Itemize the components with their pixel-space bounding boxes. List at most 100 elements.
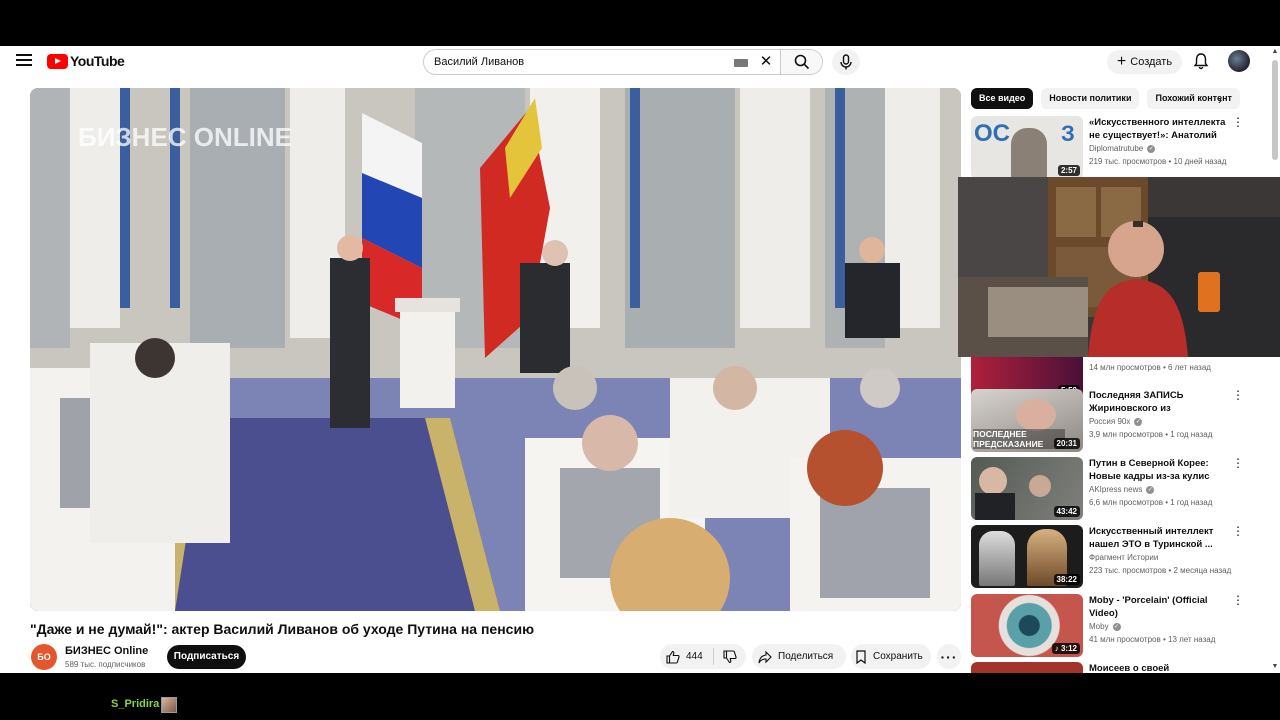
search-icon [794, 54, 809, 70]
streamer-name: S_Pridira [111, 698, 160, 710]
like-button[interactable]: 444 [660, 648, 714, 665]
duration-label: 3:12 [1060, 644, 1077, 653]
notifications-bell-icon[interactable] [1192, 52, 1210, 70]
recommendation-meta: 6,6 млн просмотров • 1 год назад [1089, 498, 1213, 507]
recommendation-item[interactable]: ПОСЛЕДНЕЕ ПРЕДСКАЗАНИЕ 20:31 Последняя З… [971, 389, 1244, 453]
streamer-avatar-icon [161, 697, 177, 713]
recommendation-item[interactable]: ОС З 2:57 «Искусственного интеллекта не … [971, 116, 1244, 180]
save-label: Сохранить [873, 651, 923, 662]
recommendation-title[interactable]: Moby - 'Porcelain' (Official Video) [1089, 594, 1227, 620]
subscriber-count: 589 тыс. подписчиков [65, 660, 146, 669]
recommendation-channel[interactable]: Moby ✓ [1089, 622, 1121, 631]
recommendation-meta: 219 тыс. просмотров • 10 дней назад [1089, 157, 1227, 166]
youtube-watch-page: YouTube Василий Ливанов ✕ + Создать БИЗН… [0, 46, 1270, 673]
recommendation-title[interactable]: Моисеев о своей [1089, 662, 1227, 673]
scroll-down-icon[interactable]: ▼ [1271, 663, 1279, 671]
recommendation-title[interactable]: Искусственный интеллект нашел ЭТО в Тури… [1089, 525, 1227, 551]
recommendation-item[interactable]: 43:42 Путин в Северной Корее: Новые кадр… [971, 457, 1244, 521]
top-letterbox [0, 0, 1280, 46]
recommendation-meta: 3,9 млн просмотров • 1 год назад [1089, 430, 1213, 439]
video-thumbnail[interactable]: ПОСЛЕДНЕЕ ПРЕДСКАЗАНИЕ 20:31 [971, 389, 1083, 452]
verified-icon: ✓ [1146, 485, 1155, 494]
verified-icon: ✓ [1147, 144, 1156, 153]
recommendation-meta: 223 тыс. просмотров • 2 месяца назад [1089, 566, 1232, 575]
recommendation-item[interactable]: Моисеев о своей [971, 662, 1241, 673]
recommendation-meta: 14 млн просмотров • 6 лет назад [1089, 363, 1211, 372]
share-icon [758, 650, 772, 663]
channel-label: Россия 90х [1089, 417, 1131, 426]
scroll-up-icon[interactable]: ▲ [1271, 48, 1279, 56]
chevron-right-icon[interactable]: › [1213, 93, 1227, 107]
channel-label: AKIpress news [1089, 485, 1143, 494]
save-button[interactable]: Сохранить [851, 644, 931, 669]
dislike-button[interactable] [714, 649, 746, 664]
webcam-frame [958, 177, 1280, 357]
more-actions-button[interactable]: ··· [937, 644, 961, 669]
video-duration: ♪ 3:12 [1051, 643, 1080, 654]
youtube-logo[interactable]: YouTube [47, 53, 125, 69]
video-frame: БИЗНЕС ONLINE [30, 88, 961, 611]
thumbs-up-icon [666, 650, 680, 664]
chip-politics-news[interactable]: Новости политики [1041, 88, 1140, 109]
create-label: Создать [1130, 56, 1173, 68]
search-button[interactable] [780, 50, 822, 74]
thumbs-down-icon [723, 649, 737, 663]
search-box: Василий Ливанов ✕ [423, 49, 823, 75]
more-options-icon[interactable]: ⋮ [1232, 116, 1244, 128]
keyboard-icon[interactable] [734, 59, 748, 67]
channel-watermark: БИЗНЕС ONLINE [78, 122, 292, 152]
video-thumbnail[interactable]: 43:42 [971, 457, 1083, 520]
scrollbar-thumb[interactable] [1272, 60, 1278, 160]
video-duration: 43:42 [1053, 506, 1080, 517]
video-player[interactable]: БИЗНЕС ONLINE [30, 88, 961, 611]
related-filter-chips: Все видео Новости политики Похожий конте… [971, 88, 1241, 110]
logo-text: YouTube [70, 53, 125, 69]
verified-icon: ✓ [1134, 417, 1143, 426]
recommendation-channel[interactable]: Россия 90х ✓ [1089, 417, 1143, 426]
menu-icon[interactable] [16, 52, 32, 68]
channel-avatar[interactable]: БО [31, 644, 57, 670]
more-options-icon[interactable]: ⋮ [1232, 525, 1244, 537]
share-button[interactable]: Поделиться [752, 644, 846, 669]
recommendation-title[interactable]: Последняя ЗАПИСЬ Жириновского из больниц… [1089, 389, 1227, 416]
recommendation-title[interactable]: «Искусственного интеллекта не существует… [1089, 116, 1227, 143]
video-thumbnail[interactable]: ОС З 2:57 [971, 116, 1083, 179]
more-options-icon[interactable]: ⋮ [1232, 594, 1244, 606]
microphone-icon [840, 54, 852, 70]
chip-all-videos[interactable]: Все видео [971, 88, 1034, 109]
thumbnail-text: ПОСЛЕДНЕЕ ПРЕДСКАЗАНИЕ [973, 429, 1065, 449]
verified-icon: ✓ [1112, 622, 1121, 631]
user-avatar[interactable] [1228, 50, 1250, 72]
voice-search-button[interactable] [832, 49, 860, 75]
youtube-play-icon [47, 53, 68, 69]
recommendation-item[interactable]: 38:22 Искусственный интеллект нашел ЭТО … [971, 525, 1244, 589]
channel-name[interactable]: БИЗНЕС Online [65, 645, 148, 657]
video-thumbnail[interactable]: 38:22 [971, 525, 1083, 588]
video-duration: 2:57 [1057, 165, 1080, 176]
channel-label: Moby [1089, 622, 1109, 631]
thumbnail-text: ОС [974, 120, 1010, 147]
bookmark-icon [856, 649, 866, 664]
webcam-overlay [958, 177, 1280, 357]
video-title: "Даже и не думай!": актер Василий Ливано… [30, 621, 535, 637]
video-thumbnail[interactable] [971, 662, 1083, 673]
video-thumbnail[interactable]: ♪ 3:12 [971, 594, 1083, 657]
recommendation-meta: 41 млн просмотров • 13 лет назад [1089, 635, 1216, 644]
search-input[interactable]: Василий Ливанов [424, 50, 734, 74]
recommendation-channel[interactable]: Фрагмент Истории [1089, 553, 1158, 562]
more-options-icon[interactable]: ⋮ [1232, 389, 1244, 401]
recommendation-title[interactable]: Путин в Северной Корее: Новые кадры из-з… [1089, 457, 1227, 483]
recommendation-channel[interactable]: Diplomatrutube ✓ [1089, 144, 1156, 153]
subscribe-button[interactable]: Подписаться [167, 645, 246, 669]
recommendation-item[interactable]: ♪ 3:12 Moby - 'Porcelain' (Official Vide… [971, 594, 1244, 658]
recommendation-channel[interactable]: AKIpress news ✓ [1089, 485, 1155, 494]
page-scrollbar[interactable]: ▲ ▼ [1270, 46, 1280, 673]
masthead: YouTube Василий Ливанов ✕ + Создать [0, 46, 1270, 76]
channel-label: Фрагмент Истории [1089, 553, 1159, 562]
clear-search-icon[interactable]: ✕ [756, 50, 776, 74]
video-duration: 20:31 [1053, 438, 1080, 449]
like-count: 444 [686, 651, 703, 662]
create-button[interactable]: + Создать [1107, 50, 1182, 74]
video-duration: 38:22 [1053, 574, 1080, 585]
more-options-icon[interactable]: ⋮ [1232, 457, 1244, 469]
